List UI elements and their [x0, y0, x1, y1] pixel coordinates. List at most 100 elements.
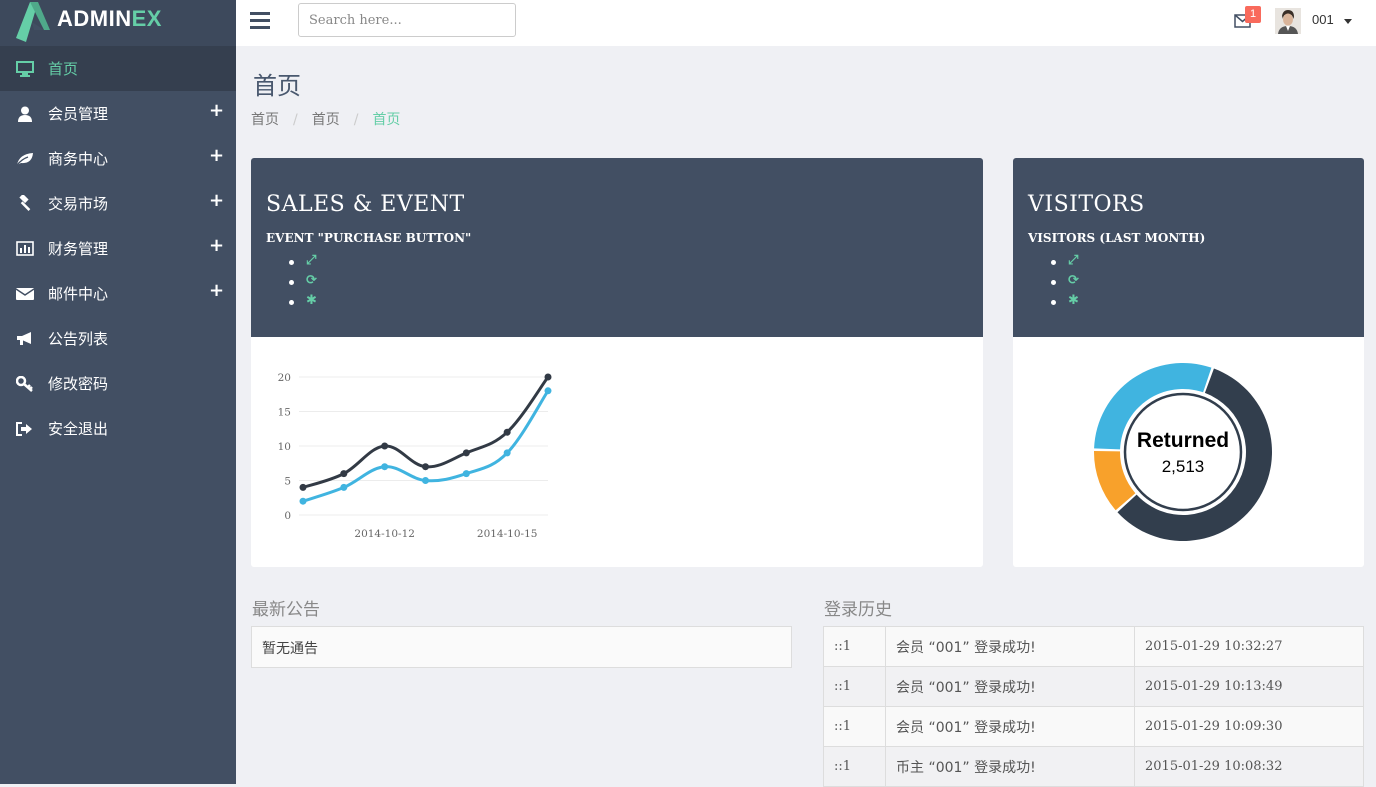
donut-center-label: Returned — [1137, 429, 1229, 452]
ip-cell: ::1 — [823, 626, 886, 667]
expand-icon[interactable]: + — [209, 145, 224, 166]
sidebar-item-label: 邮件中心 — [48, 285, 109, 303]
data-point — [462, 470, 470, 478]
panel-header: VISITORS VISITORS (LAST MONTH) ⤢ ⟳ ✱ — [1013, 158, 1364, 337]
visitors-panel: VISITORS VISITORS (LAST MONTH) ⤢ ⟳ ✱ Ret… — [1013, 158, 1364, 567]
login-history-title: 登录历史 — [824, 600, 892, 620]
brand-name-main: ADMIN — [57, 6, 132, 31]
data-point — [340, 470, 348, 478]
refresh-icon[interactable]: ⟳ — [306, 274, 317, 288]
data-point — [503, 428, 511, 436]
sign-out-icon — [15, 419, 34, 438]
data-point — [422, 477, 429, 484]
y-tick-label: 0 — [284, 510, 291, 522]
x-tick-label: 2014-10-15 — [477, 528, 538, 540]
sidebar-item-label: 财务管理 — [48, 240, 109, 258]
breadcrumb-separator: / — [353, 112, 359, 128]
visitors-donut-chart: Returned 2,513 — [1094, 363, 1272, 541]
sidebar-item-members[interactable]: 会员管理 + — [0, 91, 236, 136]
chevron-down-icon[interactable] — [1344, 19, 1352, 24]
notices-title: 最新公告 — [252, 600, 320, 620]
message-cell: 会员 “001” 登录成功! — [885, 666, 1135, 707]
data-point — [462, 449, 470, 457]
mail-count-badge: 1 — [1245, 6, 1261, 23]
time-cell: 2015-01-29 10:09:30 — [1134, 706, 1364, 747]
sidebar-item-change-password[interactable]: 修改密码 — [0, 361, 236, 406]
cog-icon[interactable]: ✱ — [306, 294, 317, 308]
panel-header: SALES & EVENT EVENT "PURCHASE BUTTON" ⤢ … — [251, 158, 983, 337]
top-header: 1 001 — [236, 0, 1376, 46]
expand-icon[interactable]: ⤢ — [1068, 254, 1078, 268]
page-title: 首页 — [253, 72, 301, 100]
data-point — [381, 442, 389, 450]
sidebar-item-business[interactable]: 商务中心 + — [0, 136, 236, 181]
expand-icon[interactable]: ⤢ — [306, 254, 316, 268]
logo-icon — [16, 2, 50, 42]
breadcrumb-item[interactable]: 首页 — [251, 112, 279, 128]
data-point — [381, 463, 389, 471]
sidebar-nav: 首页 会员管理 + 商务中心 + 交易市场 + 财务管理 + 邮件中心 + 公告… — [0, 46, 236, 451]
panel-subtitle: VISITORS (LAST MONTH) — [1028, 231, 1206, 245]
y-tick-label: 20 — [278, 372, 291, 384]
logo[interactable]: ADMINEX — [0, 0, 236, 46]
sidebar-item-finance[interactable]: 财务管理 + — [0, 226, 236, 271]
leaf-icon — [15, 149, 34, 168]
brand-name: ADMINEX — [57, 6, 162, 32]
expand-icon[interactable]: + — [209, 280, 224, 301]
sidebar-item-label: 修改密码 — [48, 375, 109, 393]
data-point — [340, 483, 348, 491]
sales-event-panel: SALES & EVENT EVENT "PURCHASE BUTTON" ⤢ … — [251, 158, 983, 567]
avatar[interactable] — [1275, 8, 1301, 34]
table-row: ::1 币主 “001” 登录成功! 2015-01-29 10:08:32 — [823, 746, 1364, 787]
login-history-table: ::1 会员 “001” 登录成功! 2015-01-29 10:32:27 :… — [823, 626, 1364, 787]
sidebar-item-label: 商务中心 — [48, 150, 109, 168]
message-cell: 会员 “001” 登录成功! — [885, 626, 1135, 667]
y-tick-label: 15 — [278, 407, 291, 419]
donut-center-value: 2,513 — [1162, 457, 1205, 476]
table-row: ::1 会员 “001” 登录成功! 2015-01-29 10:13:49 — [823, 666, 1364, 707]
sidebar-item-market[interactable]: 交易市场 + — [0, 181, 236, 226]
data-point — [503, 449, 511, 457]
time-cell: 2015-01-29 10:13:49 — [1134, 666, 1364, 707]
panel-title: VISITORS — [1028, 192, 1145, 217]
sidebar-item-label: 公告列表 — [48, 330, 109, 348]
key-icon — [15, 374, 34, 393]
donut-inner-ring — [1123, 392, 1243, 512]
breadcrumb-current: 首页 — [372, 112, 401, 128]
panel-title: SALES & EVENT — [266, 192, 465, 217]
data-point — [299, 483, 307, 491]
user-icon — [15, 104, 34, 123]
time-cell: 2015-01-29 10:08:32 — [1134, 746, 1364, 787]
brand-name-accent: EX — [131, 6, 162, 31]
table-row: ::1 会员 “001” 登录成功! 2015-01-29 10:32:27 — [823, 626, 1364, 667]
bullhorn-icon — [15, 329, 34, 348]
cog-icon[interactable]: ✱ — [1068, 294, 1079, 308]
bar-chart-icon — [15, 239, 34, 258]
breadcrumb-item[interactable]: 首页 — [312, 112, 340, 128]
search-input[interactable] — [298, 3, 516, 37]
series-line — [302, 376, 550, 489]
username[interactable]: 001 — [1312, 12, 1334, 27]
sidebar-item-logout[interactable]: 安全退出 — [0, 406, 236, 451]
ip-cell: ::1 — [823, 706, 886, 747]
panel-subtitle: EVENT "PURCHASE BUTTON" — [266, 231, 472, 245]
sidebar-item-label: 首页 — [48, 60, 79, 78]
ip-cell: ::1 — [823, 666, 886, 707]
sidebar-item-home[interactable]: 首页 — [0, 46, 236, 91]
message-cell: 币主 “001” 登录成功! — [885, 746, 1135, 787]
gavel-icon — [15, 194, 34, 213]
sales-line-chart: 0 5 10 15 20 2014-10-12 2014-10-15 — [278, 372, 552, 540]
envelope-icon — [15, 284, 34, 303]
sidebar-item-announcements[interactable]: 公告列表 — [0, 316, 236, 361]
menu-toggle-icon[interactable] — [250, 12, 270, 32]
refresh-icon[interactable]: ⟳ — [1068, 274, 1079, 288]
expand-icon[interactable]: + — [209, 235, 224, 256]
table-row: ::1 会员 “001” 登录成功! 2015-01-29 10:09:30 — [823, 706, 1364, 747]
expand-icon[interactable]: + — [209, 100, 224, 121]
expand-icon[interactable]: + — [209, 190, 224, 211]
time-cell: 2015-01-29 10:32:27 — [1134, 626, 1364, 667]
y-tick-label: 10 — [278, 441, 291, 453]
breadcrumb: 首页 / 首页 / 首页 — [251, 109, 400, 129]
sidebar-item-mail[interactable]: 邮件中心 + — [0, 271, 236, 316]
message-cell: 会员 “001” 登录成功! — [885, 706, 1135, 747]
